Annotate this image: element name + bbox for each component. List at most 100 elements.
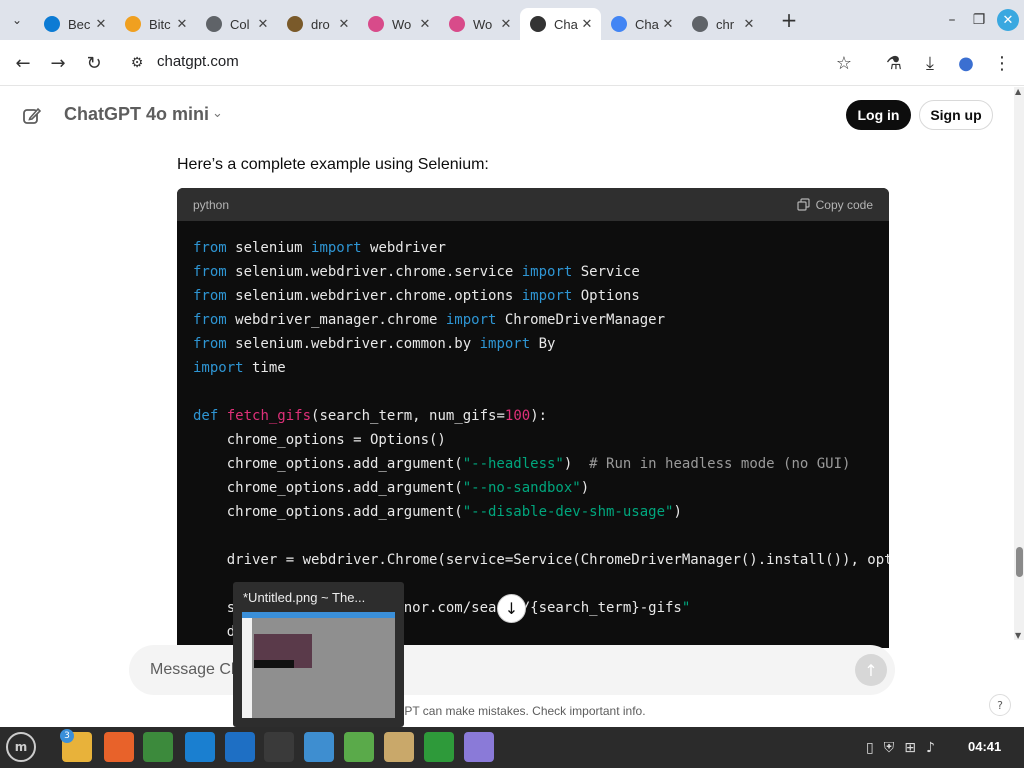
network-icon[interactable]: ⊞ bbox=[904, 740, 916, 756]
code-language-label: python bbox=[193, 197, 230, 212]
download-icon[interactable]: ⤓ bbox=[915, 48, 945, 78]
send-button[interactable]: ↑ bbox=[855, 654, 887, 686]
browser-tab[interactable]: Wo ✕ bbox=[358, 8, 439, 40]
tab-close-icon[interactable]: ✕ bbox=[336, 17, 352, 32]
back-button[interactable]: ← bbox=[8, 48, 38, 78]
tab-title: Cha bbox=[554, 16, 578, 32]
new-chat-icon[interactable] bbox=[22, 106, 42, 126]
copy-code-button[interactable]: Copy code bbox=[797, 198, 873, 212]
preview-title: *Untitled.png ~ The... bbox=[243, 590, 366, 605]
code-line: from selenium.webdriver.common.by import… bbox=[193, 336, 556, 352]
shield-icon[interactable] bbox=[424, 732, 454, 762]
labs-flask-icon[interactable]: ⚗ bbox=[879, 48, 909, 78]
notification-badge: 3 bbox=[60, 729, 74, 743]
firefox-icon[interactable] bbox=[104, 732, 134, 762]
tab-close-icon[interactable]: ✕ bbox=[174, 17, 190, 32]
tab-close-icon[interactable]: ✕ bbox=[255, 17, 271, 32]
text-editor-icon[interactable] bbox=[304, 732, 334, 762]
code-line: from selenium.webdriver.chrome.service i… bbox=[193, 264, 640, 280]
browser-menu-icon[interactable]: ⋮ bbox=[987, 48, 1017, 78]
tab-title: Bec bbox=[68, 16, 91, 32]
browser-tab[interactable]: Wo ✕ bbox=[439, 8, 520, 40]
tab-title: Col bbox=[230, 16, 250, 32]
flower-icon bbox=[449, 16, 465, 32]
login-button[interactable]: Log in bbox=[846, 100, 911, 130]
browser-toolbar: ← → ↻ ⚙ chatgpt.com ☆ ⚗ ⤓ ● ⋮ bbox=[0, 40, 1024, 86]
address-bar[interactable]: chatgpt.com bbox=[157, 53, 239, 70]
signup-button[interactable]: Sign up bbox=[919, 100, 993, 130]
code-line: import time bbox=[193, 360, 286, 376]
scroll-up-icon[interactable]: ▲ bbox=[1015, 87, 1021, 96]
code-block: python Copy code from selenium import we… bbox=[177, 188, 889, 648]
site-info-icon[interactable]: ⚙ bbox=[122, 48, 152, 78]
code-line: chrome_options.add_argument("--headless"… bbox=[193, 456, 851, 472]
code-line: driver = webdriver.Chrome(service=Servic… bbox=[193, 552, 889, 568]
new-tab-button[interactable]: + bbox=[773, 8, 805, 32]
browser-tab[interactable]: chr ✕ bbox=[682, 8, 763, 40]
clock[interactable]: 04:41 bbox=[968, 739, 1001, 754]
code-line: from webdriver_manager.chrome import Chr… bbox=[193, 312, 666, 328]
profile-icon[interactable]: ● bbox=[951, 48, 981, 78]
mint-menu-icon[interactable]: m bbox=[6, 732, 36, 762]
message-input[interactable]: Message Ch bbox=[150, 661, 240, 679]
notes-icon[interactable] bbox=[464, 732, 494, 762]
tab-title: Wo bbox=[392, 16, 412, 32]
shield-tray-icon[interactable]: ⛨ bbox=[884, 740, 895, 756]
tab-strip: ⌄ Bec ✕ Bitc ✕ Col ✕ dro ✕ Wo ✕ Wo ✕ Cha ✕ Cha ✕ chr ✕ + bbox=[0, 0, 1024, 40]
bookmark-star-icon[interactable]: ☆ bbox=[829, 48, 859, 78]
tab-list: Bec ✕ Bitc ✕ Col ✕ dro ✕ Wo ✕ Wo ✕ Cha ✕ Cha ✕ chr ✕ bbox=[34, 0, 763, 40]
tab-title: chr bbox=[716, 16, 735, 32]
browser-tab[interactable]: Col ✕ bbox=[196, 8, 277, 40]
edge-dev-icon[interactable] bbox=[185, 732, 215, 762]
taskbar: m 3 ▯ ⛨ ⊞ ♪ 04:41 bbox=[0, 727, 1024, 768]
disclaimer-text: GPT can make mistakes. Check important i… bbox=[395, 704, 646, 718]
scroll-down-icon[interactable]: ▼ bbox=[1015, 631, 1021, 640]
tab-search-icon[interactable]: ⌄ bbox=[0, 0, 34, 40]
browser-tab[interactable]: Cha ✕ bbox=[520, 8, 601, 40]
tab-title: Bitc bbox=[149, 16, 171, 32]
terminal-icon[interactable] bbox=[264, 732, 294, 762]
chevron-down-icon[interactable]: ⌄ bbox=[212, 106, 223, 121]
close-window-button[interactable]: ✕ bbox=[994, 0, 1022, 40]
maximize-button[interactable]: ❐ bbox=[965, 0, 993, 40]
tab-close-icon[interactable]: ✕ bbox=[741, 17, 757, 32]
tab-title: Wo bbox=[473, 16, 493, 32]
tab-close-icon[interactable]: ✕ bbox=[498, 17, 514, 32]
openai-icon bbox=[530, 16, 546, 32]
flower-icon bbox=[368, 16, 384, 32]
tab-close-icon[interactable]: ✕ bbox=[93, 17, 109, 32]
tab-close-icon[interactable]: ✕ bbox=[660, 17, 676, 32]
minimize-button[interactable]: – bbox=[938, 0, 966, 40]
chrome-icon[interactable] bbox=[143, 732, 173, 762]
model-selector[interactable]: ChatGPT 4o mini bbox=[64, 104, 209, 125]
browser-tab[interactable]: dro ✕ bbox=[277, 8, 358, 40]
remote-icon[interactable] bbox=[225, 732, 255, 762]
scroll-to-bottom-button[interactable]: ↓ bbox=[497, 594, 526, 623]
forward-button[interactable]: → bbox=[43, 48, 73, 78]
code-line: def fetch_gifs(search_term, num_gifs=100… bbox=[193, 408, 548, 424]
code-line: from selenium import webdriver bbox=[193, 240, 446, 256]
window-preview-popup[interactable]: *Untitled.png ~ The... bbox=[233, 582, 404, 727]
help-button[interactable]: ? bbox=[989, 694, 1011, 716]
tab-title: dro bbox=[311, 16, 330, 32]
browser-tab[interactable]: Cha ✕ bbox=[601, 8, 682, 40]
copy-code-label: Copy code bbox=[815, 197, 873, 212]
code-line: chrome_options = Options() bbox=[193, 432, 446, 448]
preview-thumbnail[interactable] bbox=[242, 612, 395, 718]
code-block-header: python Copy code bbox=[177, 188, 889, 221]
spreadsheet-icon[interactable] bbox=[344, 732, 374, 762]
page-scrollbar[interactable]: ▲ ▼ bbox=[1014, 87, 1024, 640]
folder-icon[interactable] bbox=[384, 732, 414, 762]
reload-button[interactable]: ↻ bbox=[79, 48, 109, 78]
browser-tab[interactable]: Bitc ✕ bbox=[115, 8, 196, 40]
globe-icon bbox=[206, 16, 222, 32]
scrollbar-thumb[interactable] bbox=[1016, 547, 1023, 577]
clipboard-icon[interactable]: ▯ bbox=[866, 740, 874, 756]
browser-tab[interactable]: Bec ✕ bbox=[34, 8, 115, 40]
volume-icon[interactable]: ♪ bbox=[926, 740, 935, 756]
assistant-intro-text: Here’s a complete example using Selenium… bbox=[177, 156, 489, 173]
tab-title: Cha bbox=[635, 16, 659, 32]
tab-close-icon[interactable]: ✕ bbox=[579, 17, 595, 32]
tab-close-icon[interactable]: ✕ bbox=[417, 17, 433, 32]
